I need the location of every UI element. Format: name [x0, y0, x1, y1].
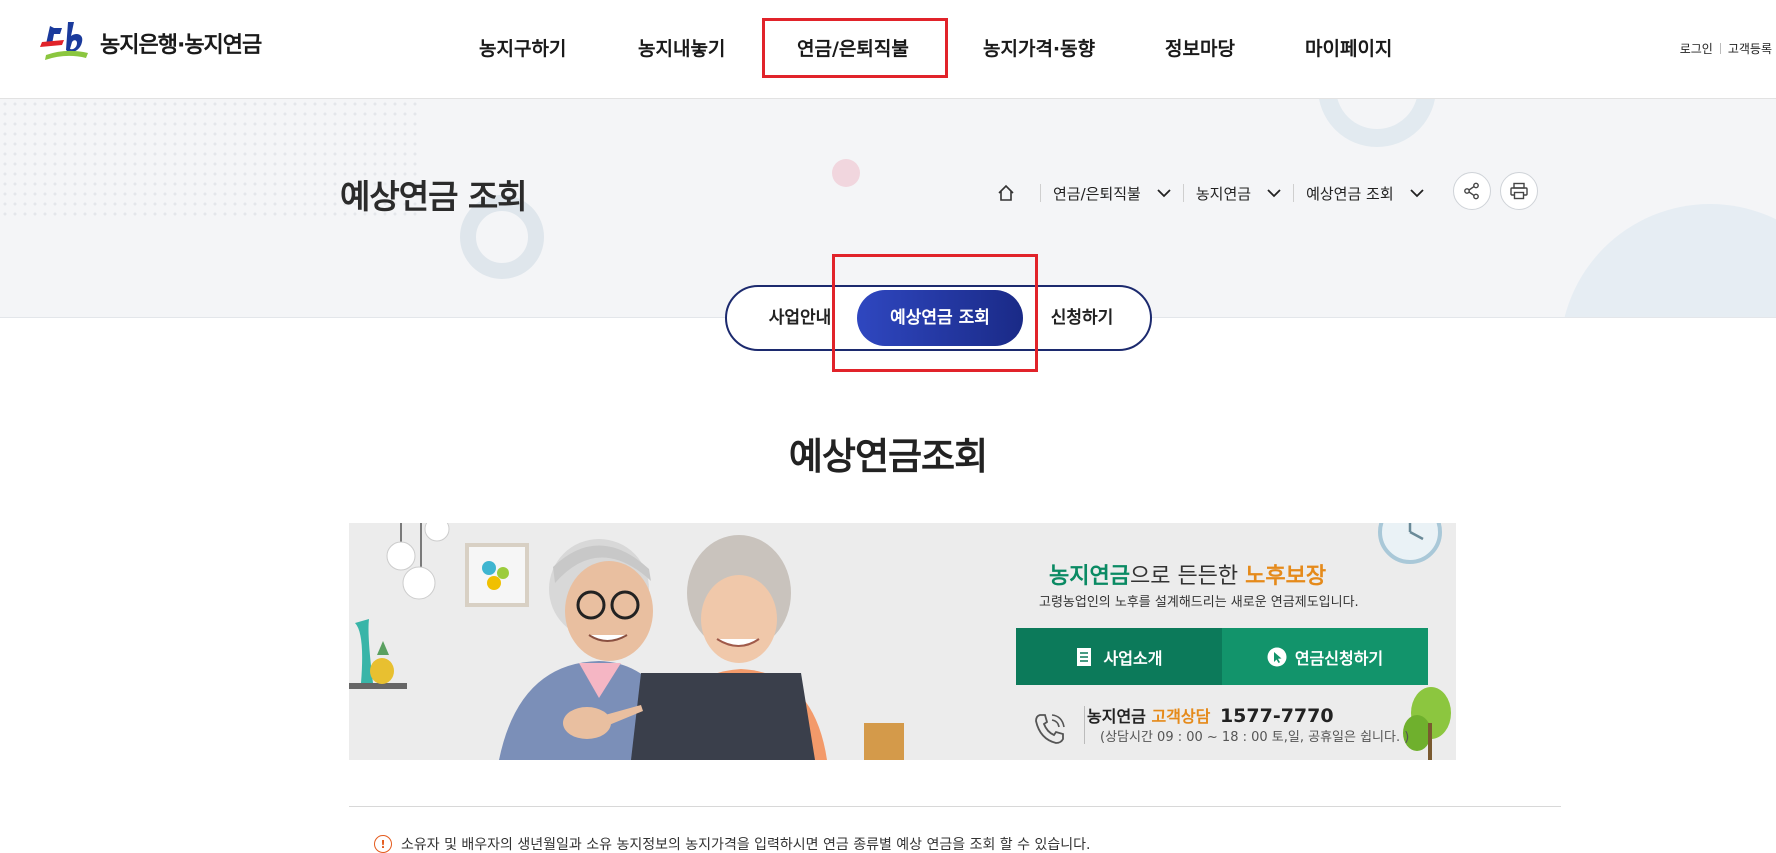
breadcrumb-item-estimate[interactable]: 예상연금 조회: [1306, 183, 1424, 204]
breadcrumb-label: 연금/은퇴직불: [1053, 184, 1141, 203]
breadcrumb-divider: [1182, 184, 1184, 202]
utility-links: 로그인 고객등록: [1680, 40, 1772, 57]
contact-label: 농지연금: [1087, 707, 1146, 726]
chevron-down-icon: [1267, 189, 1281, 198]
share-button[interactable]: [1453, 172, 1491, 210]
tab-apply[interactable]: 신청하기: [1023, 287, 1141, 349]
phone-icon: [1035, 714, 1065, 744]
promo-banner: 농지연금으로 든든한 노후보장 고령농업인의 노후를 설계해드리는 새로운 연금…: [349, 523, 1456, 760]
pension-apply-label: 연금신청하기: [1294, 648, 1384, 668]
breadcrumb-item-farmland-pension[interactable]: 농지연금: [1196, 183, 1281, 204]
notice-text: 소유자 및 배우자의 생년월일과 소유 농지정보의 농지가격을 입력하시면 연금…: [401, 837, 1091, 853]
contact-consult: 고객상담: [1151, 707, 1211, 726]
share-icon: [1464, 182, 1479, 200]
business-intro-label: 사업소개: [1103, 648, 1163, 668]
contact-number[interactable]: 1577-7770: [1220, 705, 1334, 727]
exclamation-icon: !: [374, 835, 392, 853]
tab-highlight-box: [832, 254, 1038, 372]
clock-icon: [1378, 523, 1442, 564]
nav-mypage[interactable]: 마이페이지: [1305, 34, 1392, 61]
couple-illustration: [349, 523, 904, 760]
banner-title-mid: 으로 든든한: [1129, 564, 1246, 589]
print-icon: [1510, 182, 1528, 200]
decor-dot: [832, 159, 860, 187]
banner-subtitle: 고령농업인의 노후를 설계해드리는 새로운 연금제도입니다.: [1039, 595, 1359, 610]
breadcrumb: 연금/은퇴직불 농지연금 예상연금 조회: [996, 175, 1424, 211]
breadcrumb-item-pension[interactable]: 연금/은퇴직불: [1053, 183, 1171, 204]
breadcrumb-label: 예상연금 조회: [1306, 184, 1394, 203]
breadcrumb-label: 농지연금: [1195, 184, 1252, 203]
nav-highlight-box: [762, 18, 948, 78]
divider: [349, 806, 1561, 807]
nav-info[interactable]: 정보마당: [1165, 34, 1235, 61]
chevron-down-icon: [1410, 189, 1424, 198]
register-link[interactable]: 고객등록: [1728, 40, 1772, 57]
site-header: 농지은행·농지연금 농지구하기 농지내놓기 연금/은퇴직불 농지가격·동향 정보…: [0, 0, 1776, 99]
contact-divider: [1084, 706, 1085, 744]
login-link[interactable]: 로그인: [1680, 40, 1713, 57]
banner-title-orange: 노후보장: [1245, 564, 1327, 589]
util-divider: [1719, 43, 1721, 54]
chevron-down-icon: [1157, 189, 1171, 198]
home-icon[interactable]: [996, 183, 1016, 203]
contact-line: 농지연금 고객상담 1577-7770: [1087, 703, 1334, 727]
decor-circle: [1560, 204, 1776, 317]
pension-apply-button[interactable]: 연금신청하기: [1222, 628, 1428, 685]
cursor-click-icon: [1267, 647, 1287, 666]
notice: ! 소유자 및 배우자의 생년월일과 소유 농지정보의 농지가격을 입력하시면 …: [374, 834, 1090, 853]
banner-title: 농지연금으로 든든한 노후보장: [1049, 558, 1326, 590]
print-button[interactable]: [1500, 172, 1538, 210]
nav-list-farmland[interactable]: 농지내놓기: [638, 34, 725, 61]
decor-ring: [1318, 99, 1436, 147]
plant-icon: [1403, 687, 1451, 760]
breadcrumb-divider: [1040, 184, 1041, 202]
breadcrumb-divider: [1293, 184, 1295, 202]
contact-hours: (상담시간 09 : 00 ~ 18 : 00 토,일, 공휴일은 쉽니다. ): [1100, 730, 1410, 745]
nav-land-price-trend[interactable]: 농지가격·동향: [983, 34, 1095, 61]
page-title: 예상연금 조회: [340, 177, 528, 216]
business-intro-button[interactable]: 사업소개: [1016, 628, 1222, 685]
banner-title-green: 농지연금: [1049, 564, 1130, 589]
section-title: 예상연금조회: [788, 435, 988, 478]
nav-find-farmland[interactable]: 농지구하기: [479, 34, 566, 61]
document-icon: [1076, 647, 1091, 666]
